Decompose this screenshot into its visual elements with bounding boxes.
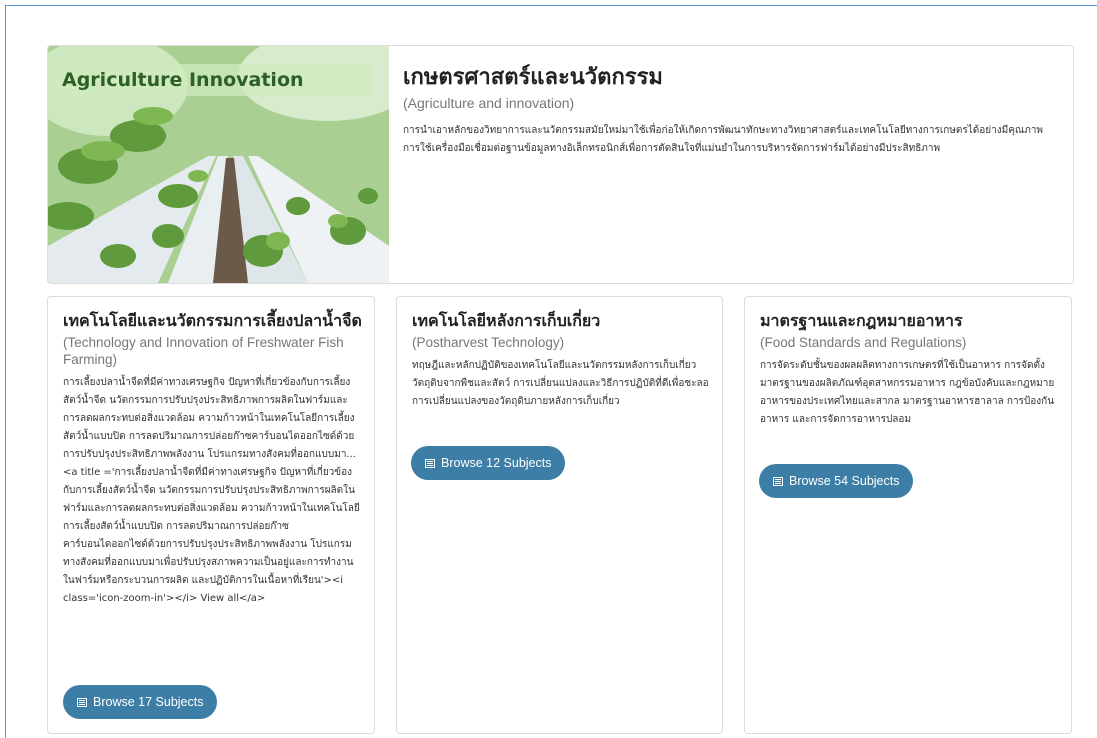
- featured-category-description: การนำเอาหลักของวิทยาการและนวัตกรรมสมัยให…: [403, 125, 1043, 154]
- card-title[interactable]: มาตรฐานและกฎหมายอาหาร: [760, 311, 1059, 331]
- card-subtitle: (Food Standards and Regulations): [760, 335, 967, 350]
- browse-subjects-button[interactable]: Browse 54 Subjects: [759, 464, 914, 498]
- featured-category-title[interactable]: เกษตรศาสตร์และนวัตกรรม: [403, 64, 1058, 92]
- image-overlay-label: Agriculture Innovation: [54, 64, 372, 96]
- card-title[interactable]: เทคโนโลยีหลังการเก็บเกี่ยว: [412, 311, 710, 331]
- card-description: ทฤษฎีและหลักปฏิบัติของเทคโนโลยีและนวัตกร…: [412, 360, 709, 407]
- card-description: การเลี้ยงปลาน้ำจืดที่มีค่าทางเศรษฐกิจ ปั…: [63, 377, 360, 604]
- list-icon: [77, 697, 87, 707]
- category-card-postharvest: เทคโนโลยีหลังการเก็บเกี่ยว (Postharvest …: [396, 296, 723, 734]
- featured-category-subtitle: (Agriculture and innovation): [403, 95, 575, 111]
- featured-category-panel: Agriculture Innovation เกษตรศาสตร์และนวั…: [47, 45, 1074, 284]
- category-card-food-standards: มาตรฐานและกฎหมายอาหาร (Food Standards an…: [744, 296, 1072, 734]
- card-subtitle: (Technology and Innovation of Freshwater…: [63, 335, 344, 367]
- card-title[interactable]: เทคโนโลยีและนวัตกรรมการเลี้ยงปลาน้ำจืด: [63, 311, 362, 331]
- browse-button-label: Browse 17 Subjects: [93, 695, 204, 709]
- browse-subjects-button[interactable]: Browse 12 Subjects: [411, 446, 566, 480]
- card-description: การจัดระดับชั้นของผลผลิตทางการเกษตรที่ใช…: [760, 360, 1055, 425]
- agriculture-innovation-image[interactable]: Agriculture Innovation: [48, 46, 389, 283]
- featured-category-text: เกษตรศาสตร์และนวัตกรรม (Agriculture and …: [403, 64, 1058, 158]
- browse-button-label: Browse 12 Subjects: [441, 456, 552, 470]
- browse-subjects-button[interactable]: Browse 17 Subjects: [63, 685, 218, 719]
- card-subtitle: (Postharvest Technology): [412, 335, 565, 350]
- list-icon: [773, 476, 783, 486]
- list-icon: [425, 458, 435, 468]
- category-card-freshwater-fish: เทคโนโลยีและนวัตกรรมการเลี้ยงปลาน้ำจืด (…: [47, 296, 375, 734]
- browse-button-label: Browse 54 Subjects: [789, 474, 900, 488]
